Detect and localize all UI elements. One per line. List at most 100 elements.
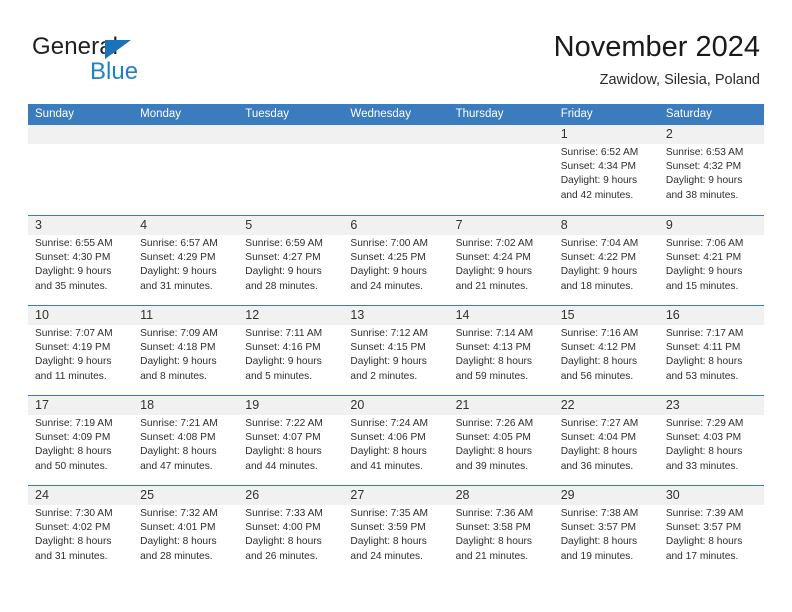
daylight-text-line2: and 8 minutes. <box>140 370 207 382</box>
day-cell[interactable]: 7 Sunrise: 7:02 AM Sunset: 4:24 PM Daylight… <box>448 216 554 305</box>
day-cell[interactable]: 20 Sunrise: 7:24 AM Sunset: 4:06 PM Dayligh… <box>343 396 449 485</box>
day-number: 4 <box>140 218 148 232</box>
day-cell[interactable]: 22 Sunrise: 7:27 AM Sunset: 4:04 PM Dayligh… <box>553 396 659 485</box>
daylight-text-line1: Daylight: 8 hours <box>665 536 743 548</box>
day-cell[interactable]: 14 Sunrise: 7:14 AM Sunset: 4:13 PM Dayligh… <box>448 306 554 395</box>
day-cell[interactable]: 21 Sunrise: 7:26 AM Sunset: 4:05 PM Dayligh… <box>448 396 554 485</box>
day-number: 9 <box>665 218 673 232</box>
day-details <box>133 144 238 146</box>
day-cell[interactable]: 6 Sunrise: 7:00 AM Sunset: 4:25 PM Daylight… <box>343 216 449 305</box>
sunset-text: Sunset: 4:32 PM <box>665 161 742 173</box>
day-number-band: 22 <box>553 396 659 415</box>
sunrise-text: Sunrise: 7:21 AM <box>140 418 218 429</box>
day-number-band: 10 <box>28 306 134 325</box>
sunset-text: Sunset: 4:06 PM <box>350 432 426 444</box>
day-details: Sunrise: 7:36 AM Sunset: 3:58 PM Daylight:… <box>449 505 554 564</box>
day-number: 18 <box>140 398 155 412</box>
day-cell[interactable]: 18 Sunrise: 7:21 AM Sunset: 4:08 PM Dayligh… <box>133 396 239 485</box>
day-number: 27 <box>350 488 365 502</box>
weeks-container: 1 Sunrise: 6:52 AM Sunset: 4:34 PM Daylight… <box>28 125 764 575</box>
weekday-header-row: Sunday Monday Tuesday Wednesday Thursday… <box>28 104 764 125</box>
day-cell-empty <box>343 125 449 215</box>
daylight-text-line1: Daylight: 9 hours <box>35 356 112 368</box>
day-number: 26 <box>245 488 260 502</box>
day-cell[interactable]: 11 Sunrise: 7:09 AM Sunset: 4:18 PM Dayligh… <box>133 306 239 395</box>
general-blue-logo[interactable]: General Blue <box>32 33 212 85</box>
sunset-text: Sunset: 4:22 PM <box>560 252 637 264</box>
day-cell[interactable]: 28 Sunrise: 7:36 AM Sunset: 3:58 PM Dayligh… <box>448 486 554 575</box>
logo-triangle-icon <box>105 40 131 59</box>
day-number-band: 23 <box>658 396 764 415</box>
day-cell[interactable]: 19 Sunrise: 7:22 AM Sunset: 4:07 PM Dayligh… <box>238 396 344 485</box>
daylight-text-line2: and 26 minutes. <box>245 550 318 562</box>
day-cell[interactable]: 25 Sunrise: 7:32 AM Sunset: 4:01 PM Dayligh… <box>133 486 239 575</box>
day-details: Sunrise: 6:55 AM Sunset: 4:30 PM Daylight:… <box>28 235 133 294</box>
day-details: Sunrise: 7:38 AM Sunset: 3:57 PM Daylight:… <box>554 505 659 564</box>
weekday-header-monday: Monday <box>140 108 182 120</box>
day-cell[interactable]: 23 Sunrise: 7:29 AM Sunset: 4:03 PM Dayligh… <box>658 396 764 485</box>
day-cell[interactable]: 13 Sunrise: 7:12 AM Sunset: 4:15 PM Dayligh… <box>343 306 449 395</box>
day-details: Sunrise: 7:02 AM Sunset: 4:24 PM Daylight:… <box>449 235 554 294</box>
day-details: Sunrise: 7:26 AM Sunset: 4:05 PM Daylight:… <box>449 415 554 474</box>
day-cell[interactable]: 3 Sunrise: 6:55 AM Sunset: 4:30 PM Daylight… <box>28 216 134 305</box>
sunset-text: Sunset: 4:04 PM <box>560 432 637 444</box>
daylight-text-line1: Daylight: 9 hours <box>140 266 217 278</box>
day-cell[interactable]: 26 Sunrise: 7:33 AM Sunset: 4:00 PM Dayligh… <box>238 486 344 575</box>
day-cell[interactable]: 4 Sunrise: 6:57 AM Sunset: 4:29 PM Daylight… <box>133 216 239 305</box>
daylight-text-line1: Daylight: 8 hours <box>560 356 638 368</box>
daylight-text-line2: and 35 minutes. <box>35 280 108 292</box>
sunset-text: Sunset: 4:00 PM <box>245 522 321 534</box>
day-cell[interactable]: 15 Sunrise: 7:16 AM Sunset: 4:12 PM Dayligh… <box>553 306 659 395</box>
day-details: Sunrise: 7:30 AM Sunset: 4:02 PM Daylight:… <box>28 505 133 564</box>
day-number: 29 <box>560 488 575 502</box>
day-cell[interactable]: 24 Sunrise: 7:30 AM Sunset: 4:02 PM Dayligh… <box>28 486 134 575</box>
sunset-text: Sunset: 3:59 PM <box>350 522 426 534</box>
day-number: 8 <box>560 218 568 232</box>
day-number-band: 5 <box>238 216 344 235</box>
day-number-band: 7 <box>448 216 554 235</box>
sunset-text: Sunset: 3:58 PM <box>455 522 531 534</box>
day-number: 23 <box>665 398 680 412</box>
day-cell[interactable]: 10 Sunrise: 7:07 AM Sunset: 4:19 PM Dayligh… <box>28 306 134 395</box>
day-number: 19 <box>245 398 260 412</box>
sunrise-text: Sunrise: 6:52 AM <box>560 147 639 158</box>
sunrise-text: Sunrise: 7:33 AM <box>245 508 323 519</box>
day-number-band: 27 <box>343 486 449 505</box>
sunrise-text: Sunrise: 7:27 AM <box>560 418 639 429</box>
day-cell[interactable]: 9 Sunrise: 7:06 AM Sunset: 4:21 PM Daylight… <box>658 216 764 305</box>
day-cell[interactable]: 17 Sunrise: 7:19 AM Sunset: 4:09 PM Dayligh… <box>28 396 134 485</box>
daylight-text-line2: and 2 minutes. <box>350 370 418 382</box>
day-cell[interactable]: 12 Sunrise: 7:11 AM Sunset: 4:16 PM Dayligh… <box>238 306 344 395</box>
day-cell[interactable]: 30 Sunrise: 7:39 AM Sunset: 3:57 PM Dayligh… <box>658 486 764 575</box>
daylight-text-line1: Daylight: 8 hours <box>35 536 112 548</box>
day-cell-empty <box>28 125 134 215</box>
day-number-band: 21 <box>448 396 554 415</box>
daylight-text-line1: Daylight: 9 hours <box>350 266 427 278</box>
day-details: Sunrise: 7:11 AM Sunset: 4:16 PM Daylight:… <box>238 325 343 384</box>
day-cell[interactable]: 27 Sunrise: 7:35 AM Sunset: 3:59 PM Dayligh… <box>343 486 449 575</box>
day-number: 16 <box>665 308 680 322</box>
day-number-band: 12 <box>238 306 344 325</box>
day-details: Sunrise: 6:53 AM Sunset: 4:32 PM Daylight:… <box>659 144 764 203</box>
sunset-text: Sunset: 4:03 PM <box>665 432 742 444</box>
day-cell[interactable]: 8 Sunrise: 7:04 AM Sunset: 4:22 PM Daylight… <box>553 216 659 305</box>
sunrise-text: Sunrise: 7:17 AM <box>665 328 744 339</box>
day-details: Sunrise: 7:14 AM Sunset: 4:13 PM Daylight:… <box>449 325 554 384</box>
sunset-text: Sunset: 4:07 PM <box>245 432 321 444</box>
sunset-text: Sunset: 4:27 PM <box>245 252 321 264</box>
day-cell[interactable]: 5 Sunrise: 6:59 AM Sunset: 4:27 PM Daylight… <box>238 216 344 305</box>
day-details: Sunrise: 7:32 AM Sunset: 4:01 PM Daylight:… <box>133 505 238 564</box>
sunset-text: Sunset: 4:02 PM <box>35 522 111 534</box>
sunrise-text: Sunrise: 7:06 AM <box>665 238 744 249</box>
day-cell[interactable]: 16 Sunrise: 7:17 AM Sunset: 4:11 PM Dayligh… <box>658 306 764 395</box>
day-cell[interactable]: 29 Sunrise: 7:38 AM Sunset: 3:57 PM Dayligh… <box>553 486 659 575</box>
daylight-text-line2: and 24 minutes. <box>350 280 423 292</box>
day-cell[interactable]: 2 Sunrise: 6:53 AM Sunset: 4:32 PM Daylight… <box>658 125 764 215</box>
daylight-text-line1: Daylight: 9 hours <box>560 175 638 187</box>
day-number: 24 <box>35 488 49 502</box>
sunrise-text: Sunrise: 6:55 AM <box>35 238 113 249</box>
sunrise-text: Sunrise: 7:30 AM <box>35 508 113 519</box>
calendar-page: General Blue November 2024 Zawidow, Sile… <box>0 0 792 612</box>
day-number-band: 15 <box>553 306 659 325</box>
day-cell[interactable]: 1 Sunrise: 6:52 AM Sunset: 4:34 PM Daylight… <box>553 125 659 215</box>
